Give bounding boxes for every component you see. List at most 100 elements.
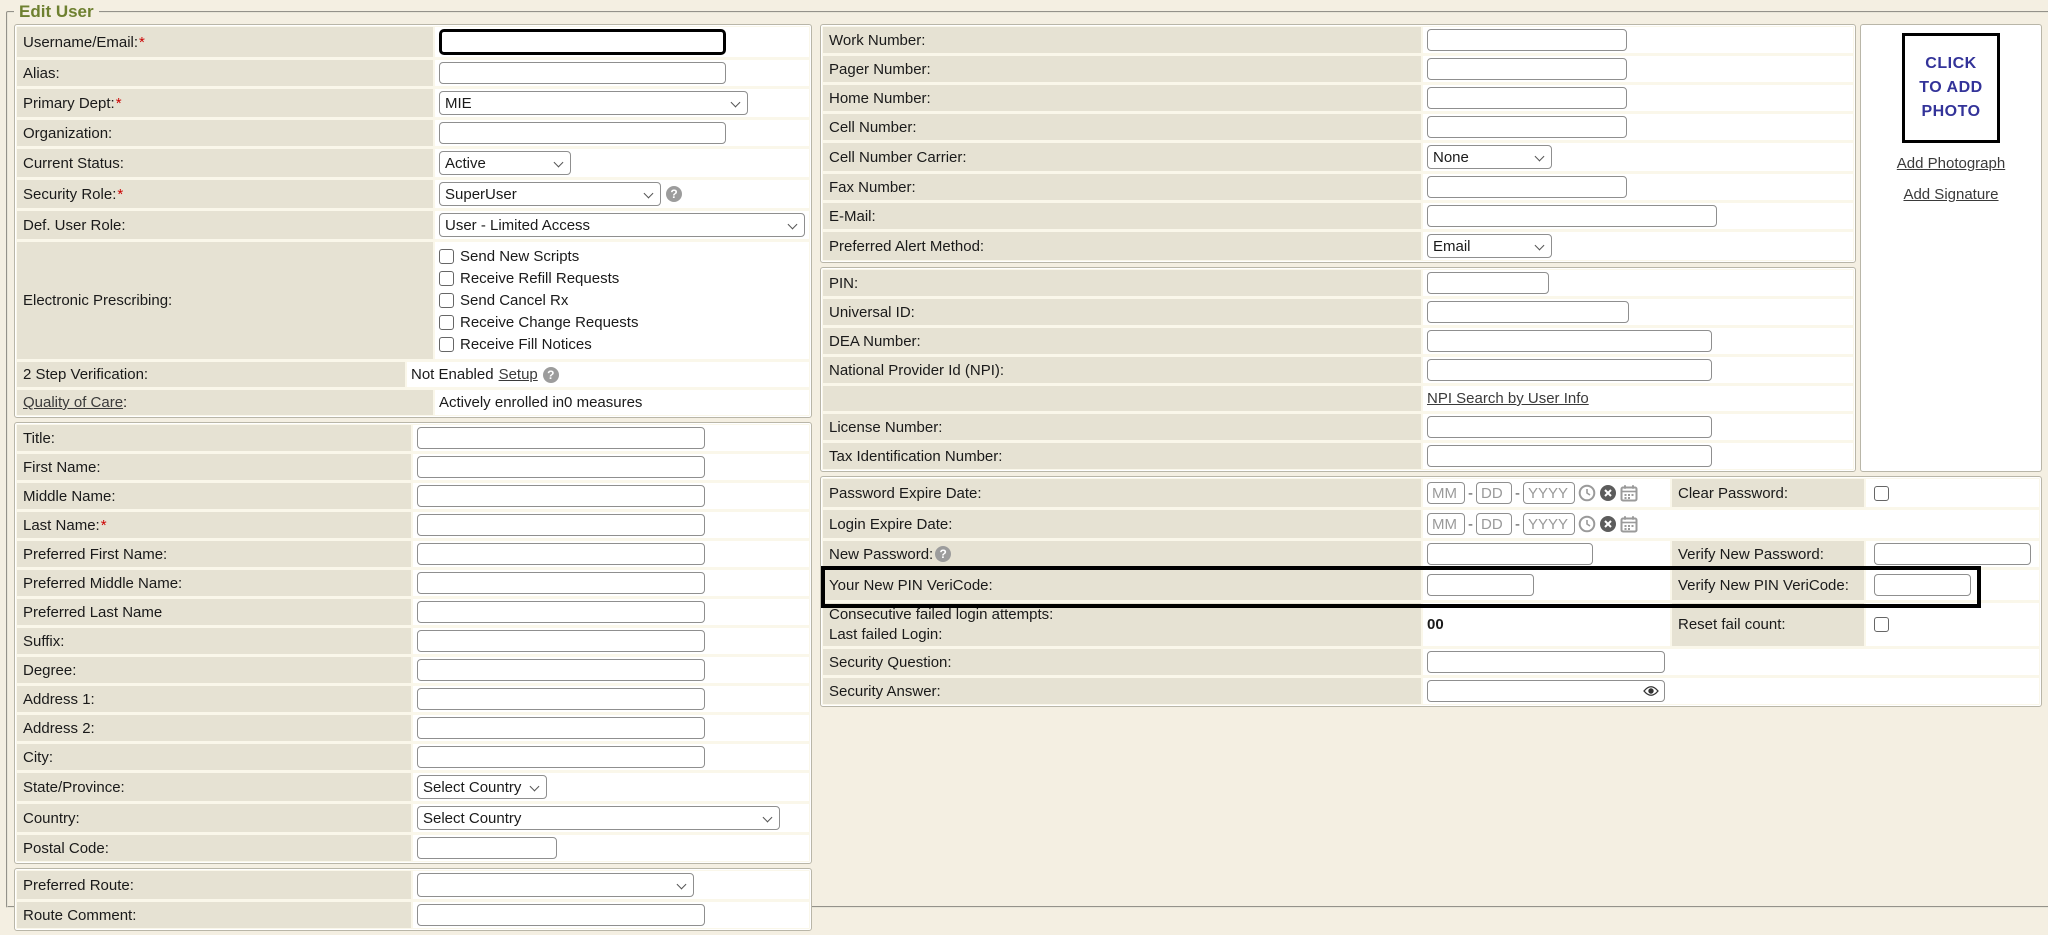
suffix-input[interactable] — [417, 630, 705, 652]
route-comment-input[interactable] — [417, 904, 705, 926]
photo-box-text: PHOTO — [1921, 100, 1980, 124]
two-step-setup-link[interactable]: Setup — [499, 366, 538, 383]
middle-name-input[interactable] — [417, 485, 705, 507]
form-row: Login Expire Date: - - — [823, 510, 2039, 538]
add-photo-box[interactable]: CLICK TO ADD PHOTO — [1902, 33, 2000, 143]
security-answer-input[interactable] — [1427, 680, 1665, 702]
license-number-input[interactable] — [1427, 416, 1712, 438]
fax-number-input[interactable] — [1427, 176, 1627, 198]
country-select[interactable]: Select Country — [417, 806, 780, 830]
password-expire-clear-icon[interactable] — [1599, 484, 1617, 502]
login-expire-year-input[interactable] — [1523, 513, 1575, 535]
form-row: Cell Number: — [823, 114, 1853, 140]
form-row: Home Number: — [823, 85, 1853, 111]
password-expire-day-input[interactable] — [1476, 482, 1512, 504]
organization-input[interactable] — [439, 122, 726, 144]
preferred-middle-name-input[interactable] — [417, 572, 705, 594]
form-row: Middle Name: — [17, 483, 809, 509]
pin-vericode-input[interactable] — [1427, 574, 1534, 596]
preferred-route-select[interactable] — [417, 873, 694, 897]
new-password-help-icon[interactable]: ? — [935, 546, 951, 562]
email-input[interactable] — [1427, 205, 1717, 227]
right-fields-area: Work Number: Pager Number: Home Number: — [820, 24, 1856, 476]
postal-code-input[interactable] — [417, 837, 557, 859]
security-role-help-icon[interactable]: ? — [666, 186, 682, 202]
add-signature-link[interactable]: Add Signature — [1903, 186, 1998, 203]
login-expire-calendar-icon[interactable] — [1620, 515, 1638, 533]
current-status-select[interactable]: Active — [439, 151, 571, 175]
form-row: Preferred First Name: — [17, 541, 809, 567]
cell-carrier-select[interactable]: None — [1427, 145, 1552, 169]
password-expire-month-input[interactable] — [1427, 482, 1465, 504]
universal-id-input[interactable] — [1427, 301, 1629, 323]
preferred-alert-method-label: Preferred Alert Method: — [823, 232, 1421, 260]
reset-fail-count-checkbox[interactable] — [1874, 617, 1889, 632]
password-expire-calendar-icon[interactable] — [1620, 484, 1638, 502]
photo-panel: CLICK TO ADD PHOTO Add Photograph Add Si… — [1860, 24, 2042, 472]
form-row: Username/Email:* — [17, 27, 809, 57]
send-cancel-rx-checkbox[interactable] — [439, 293, 454, 308]
route-section: Preferred Route: Route Comment: — [14, 868, 812, 931]
form-row: PIN: — [823, 270, 1853, 296]
work-number-input[interactable] — [1427, 29, 1627, 51]
city-input[interactable] — [417, 746, 705, 768]
last-name-input[interactable] — [417, 514, 705, 536]
login-expire-label: Login Expire Date: — [823, 510, 1421, 538]
title-input[interactable] — [417, 427, 705, 449]
photo-box-text: CLICK — [1925, 52, 1976, 76]
verify-new-password-input[interactable] — [1874, 543, 2031, 565]
eprescribing-label: Electronic Prescribing: — [17, 242, 433, 359]
state-province-select[interactable]: Select Country — [417, 775, 547, 799]
login-expire-time-icon[interactable] — [1578, 515, 1596, 533]
password-expire-label: Password Expire Date: — [823, 479, 1421, 507]
right-top-area: Work Number: Pager Number: Home Number: — [820, 24, 2042, 476]
form-row: Last Name:* — [17, 512, 809, 538]
new-password-input[interactable] — [1427, 543, 1593, 565]
password-expire-time-icon[interactable] — [1578, 484, 1596, 502]
username-input[interactable] — [439, 29, 726, 55]
pin-input[interactable] — [1427, 272, 1549, 294]
alias-input[interactable] — [439, 62, 726, 84]
form-row: Security Role:* SuperUser ? — [17, 180, 809, 208]
login-expire-month-input[interactable] — [1427, 513, 1465, 535]
preferred-first-name-input[interactable] — [417, 543, 705, 565]
eprescribing-option: Send New Scripts — [439, 248, 638, 265]
first-name-input[interactable] — [417, 456, 705, 478]
degree-input[interactable] — [417, 659, 705, 681]
form-row: Pager Number: — [823, 56, 1853, 82]
dea-number-input[interactable] — [1427, 330, 1712, 352]
tax-id-input[interactable] — [1427, 445, 1712, 467]
home-number-input[interactable] — [1427, 87, 1627, 109]
form-row: Suffix: — [17, 628, 809, 654]
pager-number-input[interactable] — [1427, 58, 1627, 80]
receive-change-requests-checkbox[interactable] — [439, 315, 454, 330]
two-step-help-icon[interactable]: ? — [543, 367, 559, 383]
preferred-last-name-input[interactable] — [417, 601, 705, 623]
address2-input[interactable] — [417, 717, 705, 739]
form-row: 2 Step Verification: Not Enabled Setup ? — [17, 362, 809, 387]
eprescribing-option: Receive Change Requests — [439, 314, 638, 331]
send-new-scripts-checkbox[interactable] — [439, 249, 454, 264]
password-expire-year-input[interactable] — [1523, 482, 1575, 504]
preferred-alert-method-select[interactable]: Email — [1427, 234, 1552, 258]
preferred-first-name-label: Preferred First Name: — [17, 541, 411, 567]
add-photograph-link[interactable]: Add Photograph — [1897, 155, 2005, 172]
receive-fill-notices-checkbox[interactable] — [439, 337, 454, 352]
receive-refill-requests-checkbox[interactable] — [439, 271, 454, 286]
cell-number-input[interactable] — [1427, 116, 1627, 138]
security-question-input[interactable] — [1427, 651, 1665, 673]
verify-pin-vericode-input[interactable] — [1874, 574, 1971, 596]
login-expire-clear-icon[interactable] — [1599, 515, 1617, 533]
quality-of-care-link[interactable]: Quality of Care — [23, 394, 123, 411]
security-role-select[interactable]: SuperUser — [439, 182, 661, 206]
address1-input[interactable] — [417, 688, 705, 710]
def-user-role-select[interactable]: User - Limited Access — [439, 213, 805, 237]
primary-dept-select[interactable]: MIE — [439, 91, 748, 115]
form-row: Address 1: — [17, 686, 809, 712]
show-password-eye-icon[interactable] — [1643, 685, 1659, 697]
login-expire-day-input[interactable] — [1476, 513, 1512, 535]
clear-password-checkbox[interactable] — [1874, 486, 1889, 501]
npi-search-link[interactable]: NPI Search by User Info — [1427, 390, 1589, 407]
npi-input[interactable] — [1427, 359, 1712, 381]
preferred-route-label: Preferred Route: — [17, 871, 411, 899]
